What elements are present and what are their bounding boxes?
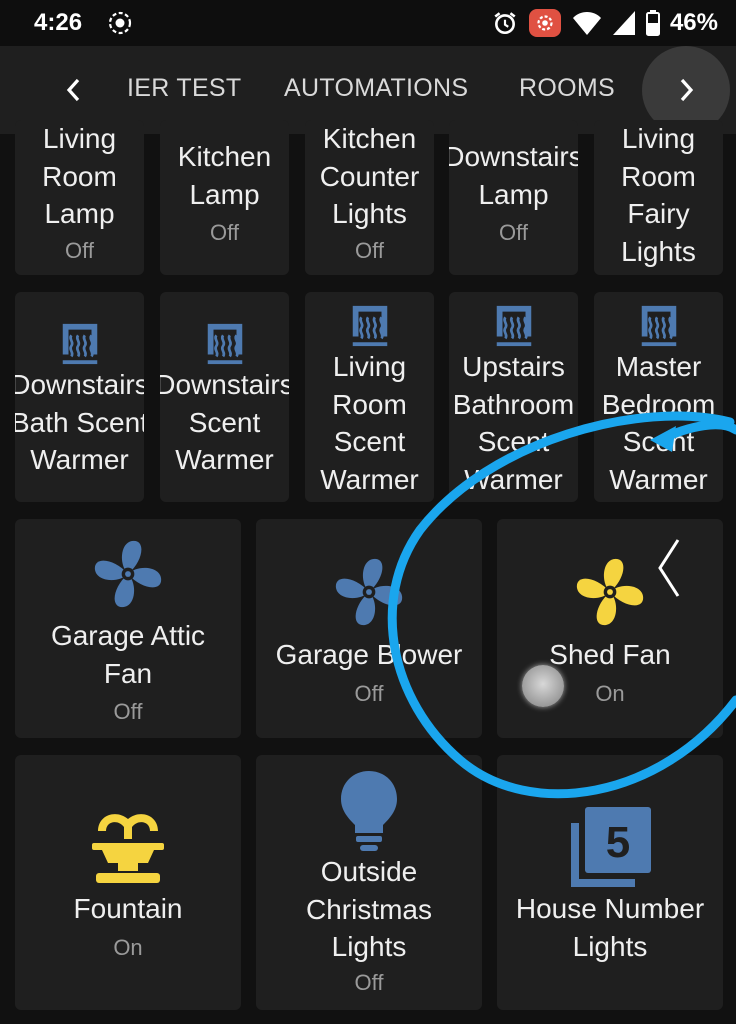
wifi-icon xyxy=(572,12,601,35)
tile-living-room-fairy-lights[interactable]: Living Room Fairy Lights xyxy=(594,120,723,275)
fan-icon xyxy=(571,553,649,631)
tile-name: Garage Blower xyxy=(275,639,463,670)
signal-icon xyxy=(612,11,635,35)
tile-name: Master Bedroom Scent Warmer xyxy=(601,351,716,495)
scent-warmer-icon xyxy=(57,320,103,366)
tile-name: Living Room Scent Warmer xyxy=(320,351,419,495)
tile-state: Off xyxy=(210,220,239,245)
touch-indicator xyxy=(522,665,564,707)
tile-downstairs-lamp[interactable]: Downstairs Lamp Off xyxy=(449,120,578,275)
alarm-icon xyxy=(494,12,516,35)
status-bar: 4:26 46% xyxy=(0,0,736,46)
house-number-icon: 5 xyxy=(571,807,651,887)
chevron-left-icon xyxy=(66,78,80,102)
tile-state: Off xyxy=(113,699,143,724)
tile-name: Fountain xyxy=(73,893,183,924)
scent-warmer-icon xyxy=(636,302,682,348)
tab-automations[interactable]: AUTOMATIONS xyxy=(284,74,468,103)
tile-name: Downstairs Bath Scent Warmer xyxy=(15,369,144,475)
tile-state: On xyxy=(113,935,143,960)
tile-outside-christmas-lights[interactable]: Outside Christmas Lights Off xyxy=(256,755,482,1010)
battery-percent: 46% xyxy=(669,9,718,36)
fan-icon xyxy=(330,553,408,631)
screen-record-icon xyxy=(108,11,132,35)
tile-downstairs-bath-scent-warmer[interactable]: Downstairs Bath Scent Warmer xyxy=(15,292,144,502)
tile-master-bedroom-scent-warmer[interactable]: Master Bedroom Scent Warmer xyxy=(594,292,723,502)
tile-name: Downstairs Lamp xyxy=(449,141,578,210)
tile-kitchen-counter-lights[interactable]: Kitchen Counter Lights Off xyxy=(305,120,434,275)
tile-house-number-lights[interactable]: 5 House Number Lights xyxy=(497,755,723,1010)
tile-state: Off xyxy=(65,238,94,263)
tile-garage-attic-fan[interactable]: Garage Attic Fan Off xyxy=(15,519,241,738)
tile-state: Off xyxy=(355,238,384,263)
scent-warmer-icon xyxy=(202,320,248,366)
tab-rooms[interactable]: ROOMS xyxy=(519,74,615,103)
tile-name: House Number Lights xyxy=(515,893,705,962)
cast-icon xyxy=(528,9,561,37)
tile-fountain[interactable]: Fountain On xyxy=(15,755,241,1010)
lightbulb-icon xyxy=(341,771,397,851)
tile-upstairs-bathroom-scent-warmer[interactable]: Upstairs Bathroom Scent Warmer xyxy=(449,292,578,502)
tile-name: Living Room Fairy Lights xyxy=(621,123,696,267)
tile-name: Downstairs Scent Warmer xyxy=(160,369,289,475)
tile-downstairs-scent-warmer[interactable]: Downstairs Scent Warmer xyxy=(160,292,289,502)
tile-state: Off xyxy=(499,220,528,245)
tile-name: Kitchen Counter Lights xyxy=(319,123,420,229)
tile-name: Kitchen Lamp xyxy=(177,141,272,210)
tile-name: Upstairs Bathroom Scent Warmer xyxy=(452,351,575,495)
tile-name: Outside Christmas Lights xyxy=(305,856,432,962)
tile-living-room-lamp[interactable]: Living Room Lamp Off xyxy=(15,120,144,275)
tile-name: Living Room Lamp xyxy=(42,123,117,229)
scent-warmer-icon xyxy=(491,302,537,348)
fountain-icon xyxy=(92,814,164,883)
tile-kitchen-lamp[interactable]: Kitchen Lamp Off xyxy=(160,120,289,275)
scent-warmer-icon xyxy=(347,302,393,348)
status-time: 4:26 xyxy=(34,9,83,36)
tile-state: Off xyxy=(354,681,384,706)
chevron-right-icon xyxy=(680,78,694,102)
battery-icon xyxy=(645,10,660,36)
tile-state: Off xyxy=(354,970,384,995)
tab-ier-test[interactable]: IER TEST xyxy=(127,74,241,103)
tile-living-room-scent-warmer[interactable]: Living Room Scent Warmer xyxy=(305,292,434,502)
tile-garage-blower[interactable]: Garage Blower Off xyxy=(256,519,482,738)
svg-text:5: 5 xyxy=(606,818,630,867)
tile-shed-fan[interactable]: Shed Fan On xyxy=(497,519,723,738)
tile-name: Garage Attic Fan xyxy=(50,620,206,689)
fan-icon xyxy=(89,535,167,613)
